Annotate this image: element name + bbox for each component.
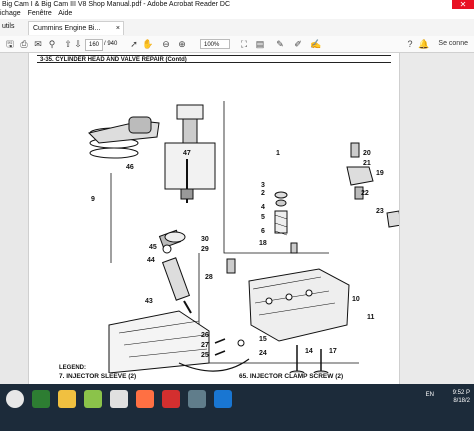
help-icon[interactable]: ? [404,38,416,50]
scroll-mode-icon[interactable]: ▤ [254,38,266,50]
window-titlebar: Big Cam I & Big Cam III V8 Shop Manual.p… [0,0,474,9]
clock-time: 9:52 P [452,390,470,396]
language-indicator[interactable]: EN [426,392,434,398]
tab-document[interactable]: Cummins Engine Bi... × [28,21,124,35]
callout-43: 43 [145,298,153,305]
exploded-diagram: 46 9 47 1 20 21 19 22 3 2 4 5 6 23 18 30… [88,101,399,373]
callout-19: 19 [376,170,384,177]
page-total: / 940 [104,41,118,47]
callout-11: 11 [367,314,375,321]
word-icon[interactable] [214,390,232,408]
search-icon[interactable]: ⚲ [46,38,58,50]
tab-bar: utils Cummins Engine Bi... × [0,19,474,37]
callout-20: 20 [363,150,371,157]
callout-24: 24 [259,350,267,357]
page-number-input[interactable]: 160 [85,39,103,51]
window-close-button[interactable]: ✕ [452,0,474,9]
zoom-select[interactable]: 100% [200,39,230,49]
highlight-icon[interactable]: ✐ [292,38,304,50]
callout-44: 44 [147,257,155,264]
callout-4: 4 [261,204,265,211]
callout-25: 25 [201,352,209,359]
callout-47: 47 [183,150,191,157]
acrobat-icon[interactable] [162,390,180,408]
callout-14: 14 [305,348,313,355]
app2-icon[interactable] [188,390,206,408]
callout-15: 15 [259,336,267,343]
callout-26: 26 [201,332,209,339]
firefox-icon[interactable] [136,390,154,408]
callout-6: 6 [261,228,265,235]
callout-45: 45 [149,244,157,251]
page-down-icon[interactable]: ⇩ [72,38,84,50]
zoom-out-icon[interactable]: ⊖ [160,38,172,50]
callout-22: 22 [361,190,369,197]
callout-29: 29 [201,246,209,253]
hand-tool-icon[interactable]: ✋ [142,38,154,50]
notifications-icon[interactable]: 🔔 [418,38,430,50]
system-clock[interactable]: 9:52 P 8/18/2 [453,389,470,405]
tab-document-label: Cummins Engine Bi... [33,25,101,32]
menu-item-help[interactable]: Aide [58,10,72,17]
tab-tools[interactable]: utils [2,22,14,32]
comment-icon[interactable]: ✎ [274,38,286,50]
fit-page-icon[interactable]: ⛶ [238,38,250,50]
right-tools-panel [400,53,474,384]
legend-item-injector-sleeve: 7. INJECTOR SLEEVE (2) [59,373,137,380]
section-title: 3-35. CYLINDER HEAD AND VALVE REPAIR (Co… [37,55,391,63]
callout-9: 9 [91,196,95,203]
app-icon[interactable] [84,390,102,408]
callout-46: 46 [126,164,134,171]
callout-18: 18 [259,240,267,247]
callout-10: 10 [352,296,360,303]
callout-27: 27 [201,342,209,349]
callout-3: 3 [261,182,265,189]
menu-bar: ichage Fenêtre Aide [0,9,474,19]
legend-item-injector-clamp-screw: 65. INJECTOR CLAMP SCREW (2) [239,373,344,380]
window-title: Big Cam I & Big Cam III V8 Shop Manual.p… [2,1,231,8]
zoom-in-icon[interactable]: ⊕ [176,38,188,50]
save-icon[interactable]: 🖫 [4,38,16,50]
sign-icon[interactable]: ✍ [310,38,322,50]
taskbar: EN 9:52 P 8/18/2 [0,384,474,431]
sign-in-link[interactable]: Se conne [438,38,468,50]
menu-item-view[interactable]: ichage [0,10,21,17]
callout-5: 5 [261,214,265,221]
pdf-page: 3-35. CYLINDER HEAD AND VALVE REPAIR (Co… [28,53,400,384]
callout-17: 17 [329,348,337,355]
callout-21: 21 [363,160,371,167]
callout-28: 28 [205,274,213,281]
callout-23: 23 [376,208,384,215]
close-tab-icon[interactable]: × [116,22,120,35]
start-button[interactable] [6,390,24,408]
clock-date: 8/18/2 [453,398,470,404]
callout-30: 30 [201,236,209,243]
file-explorer-icon[interactable] [58,390,76,408]
toolbar: 🖫 ⎙ ✉ ⚲ ⇧ ⇩ 160 / 940 ➚ ✋ ⊖ ⊕ 100% ⛶ ▤ ✎… [0,36,474,53]
select-cursor-icon[interactable]: ➚ [128,38,140,50]
menu-item-window[interactable]: Fenêtre [28,10,52,17]
legend-label: LEGEND: [59,365,86,371]
email-icon[interactable]: ✉ [32,38,44,50]
chrome-icon[interactable] [110,390,128,408]
callout-2: 2 [261,190,265,197]
print-icon[interactable]: ⎙ [18,38,30,50]
callout-1: 1 [276,150,280,157]
media-player-icon[interactable] [32,390,50,408]
